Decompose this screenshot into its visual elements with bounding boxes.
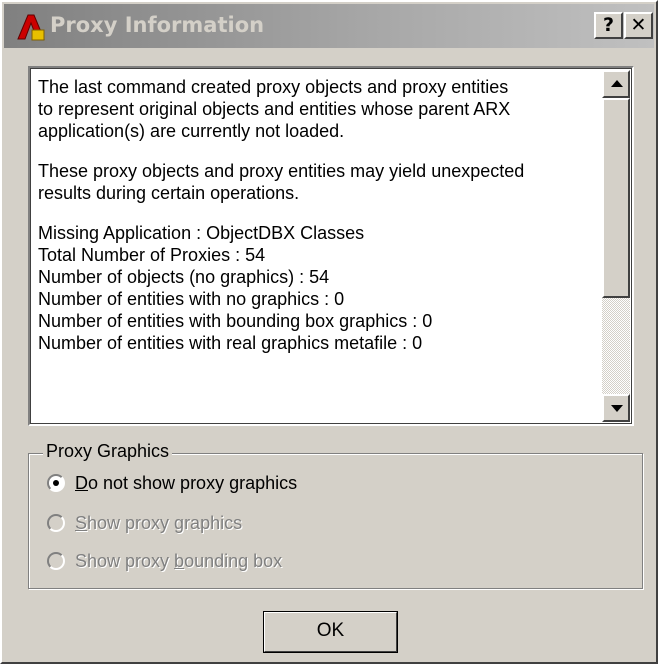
message-line: Number of entities with bounding box gra… [38,311,433,331]
close-icon: ✕ [630,14,647,36]
message-textbox[interactable]: The last command created proxy objects a… [28,66,634,426]
message-paragraph: These proxy objects and proxy entities m… [38,160,604,204]
radio-button-selected[interactable] [47,474,65,492]
message-paragraph: The last command created proxy objects a… [38,76,604,142]
message-line: Missing Application : ObjectDBX Classes [38,223,365,243]
help-button[interactable]: ? [594,12,623,39]
close-button[interactable]: ✕ [624,12,653,39]
message-line: results during certain operations. [38,183,300,203]
message-text: The last command created proxy objects a… [38,76,604,372]
autocad-icon [17,14,45,41]
message-line: The last command created proxy objects a… [38,77,509,97]
scroll-up-button[interactable] [602,70,630,98]
radio-label: Show proxy bounding box [75,551,283,571]
radio-button-disabled [47,552,65,570]
arrow-up-icon [611,80,623,87]
proxy-information-dialog: Proxy Information ? ✕ The last command c… [0,0,658,664]
message-line: Number of entities with no graphics : 0 [38,289,345,309]
radio-dot-icon [53,480,59,486]
ok-button[interactable]: OK [263,611,398,653]
message-line: These proxy objects and proxy entities m… [38,161,525,181]
vertical-scrollbar[interactable] [602,70,630,422]
message-paragraph: Missing Application : ObjectDBX Classes … [38,222,604,354]
message-line: Number of entities with real graphics me… [38,333,423,353]
arrow-down-icon [611,405,623,412]
message-line: application(s) are currently not loaded. [38,121,345,141]
radio-button-disabled [47,514,65,532]
scroll-down-button[interactable] [602,394,630,422]
message-line: Total Number of Proxies : 54 [38,245,266,265]
title-bar[interactable]: Proxy Information ? ✕ [4,4,654,48]
radio-label[interactable]: Do not show proxy graphics [75,472,297,494]
message-line: to represent original objects and entiti… [38,99,511,119]
window-title: Proxy Information [50,13,265,37]
group-legend: Proxy Graphics [43,441,173,462]
radio-label: Show proxy graphics [75,513,243,533]
proxy-graphics-group: Proxy Graphics Do not show proxy graphic… [28,441,643,589]
message-line: Number of objects (no graphics) : 54 [38,267,330,287]
scroll-thumb[interactable] [602,98,630,298]
